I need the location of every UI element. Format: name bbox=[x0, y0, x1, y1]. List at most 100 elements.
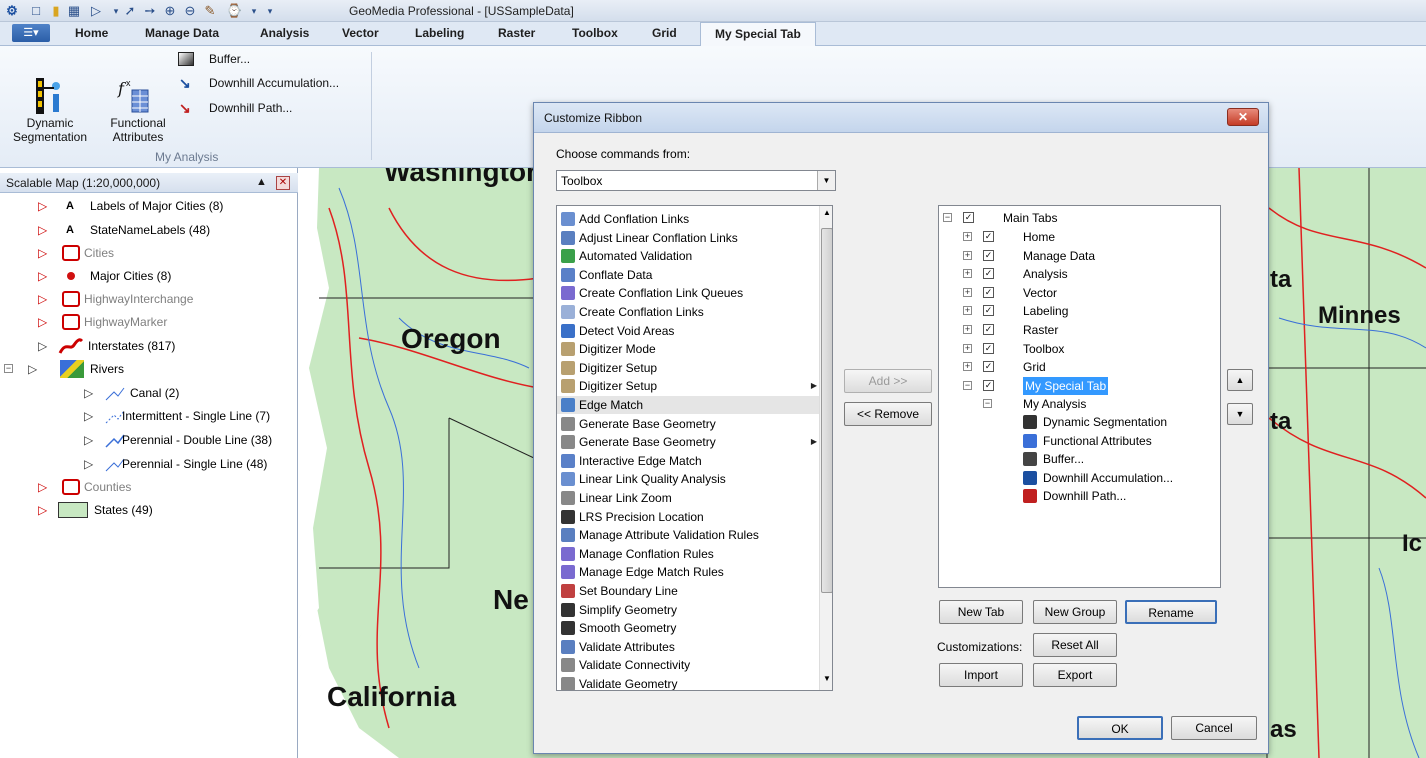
locatable-icon[interactable]: ▷ bbox=[28, 361, 42, 377]
tab-my-special-tab[interactable]: My Special Tab bbox=[700, 22, 816, 47]
command-item[interactable]: Generate Base Geometry bbox=[557, 415, 819, 433]
style-icon[interactable]: ✎ bbox=[202, 3, 218, 19]
locatable-icon[interactable]: ▷ bbox=[38, 198, 52, 214]
command-item[interactable]: Digitizer Setup bbox=[557, 359, 819, 377]
command-item[interactable]: Interactive Edge Match bbox=[557, 452, 819, 470]
chevron-down-icon[interactable]: ▼ bbox=[817, 171, 835, 190]
pan-icon[interactable]: ➚ bbox=[122, 3, 138, 19]
expand-icon[interactable]: + bbox=[963, 232, 972, 241]
command-item[interactable]: Linear Link Zoom bbox=[557, 489, 819, 507]
tab-analysis[interactable]: Analysis bbox=[260, 26, 309, 40]
command-item[interactable]: Edge Match bbox=[557, 396, 819, 414]
checkbox[interactable]: ✓ bbox=[983, 286, 994, 298]
command-item[interactable]: Manage Edge Match Rules bbox=[557, 563, 819, 581]
expand-icon[interactable]: + bbox=[963, 269, 972, 279]
tab-vector[interactable]: Vector bbox=[342, 26, 379, 40]
choose-commands-dropdown[interactable]: Toolbox ▼ bbox=[556, 170, 836, 191]
command-item[interactable]: Validate Geometry bbox=[557, 675, 819, 690]
command-item[interactable]: Add Conflation Links bbox=[557, 210, 819, 228]
expand-icon[interactable]: + bbox=[963, 325, 972, 334]
expand-icon[interactable]: + bbox=[963, 343, 972, 353]
new-group-button[interactable]: New Group bbox=[1033, 600, 1117, 624]
collapse-icon[interactable]: − bbox=[963, 380, 972, 390]
locatable-icon[interactable]: ▷ bbox=[38, 338, 52, 354]
checkbox[interactable]: ✓ bbox=[983, 268, 994, 280]
tab-home[interactable]: Home bbox=[75, 26, 108, 40]
collapse-icon[interactable]: − bbox=[983, 399, 992, 408]
collapse-icon[interactable]: − bbox=[4, 364, 13, 373]
downhill-accumulation-button[interactable]: Downhill Accumulation... bbox=[209, 76, 339, 90]
command-item[interactable]: Digitizer Setup ▶ bbox=[557, 377, 819, 395]
import-button[interactable]: Import bbox=[939, 663, 1023, 687]
checkbox[interactable]: ✓ bbox=[983, 342, 994, 354]
command-item[interactable]: Create Conflation Links bbox=[557, 303, 819, 321]
command-item[interactable]: Smooth Geometry bbox=[557, 619, 819, 637]
new-icon[interactable]: □ bbox=[28, 3, 44, 19]
locatable-icon[interactable]: ▷ bbox=[38, 314, 52, 330]
downhill-path-button[interactable]: Downhill Path... bbox=[209, 101, 292, 115]
tab-labeling[interactable]: Labeling bbox=[415, 26, 464, 40]
buffer-button[interactable]: Buffer... bbox=[209, 52, 250, 66]
select-icon[interactable]: ▷ bbox=[88, 3, 104, 19]
new-tab-button[interactable]: New Tab bbox=[939, 600, 1023, 624]
reset-all-button[interactable]: Reset All bbox=[1033, 633, 1117, 657]
checkbox[interactable]: ✓ bbox=[983, 379, 994, 391]
locatable-icon[interactable]: ▷ bbox=[38, 245, 52, 261]
command-item[interactable]: Validate Connectivity bbox=[557, 656, 819, 674]
rename-button[interactable]: Rename bbox=[1125, 600, 1217, 624]
locatable-icon[interactable]: ▷ bbox=[84, 385, 98, 401]
expand-icon[interactable]: + bbox=[963, 306, 972, 316]
checkbox[interactable]: ✓ bbox=[983, 324, 994, 335]
tab-toolbox[interactable]: Toolbox bbox=[572, 26, 618, 40]
checkbox[interactable]: ✓ bbox=[983, 231, 994, 242]
dynamic-segmentation-label[interactable]: Dynamic Segmentation bbox=[8, 116, 92, 144]
locatable-icon[interactable]: ▷ bbox=[38, 479, 52, 495]
remove-button[interactable]: << Remove bbox=[844, 402, 932, 426]
tab-raster[interactable]: Raster bbox=[498, 26, 535, 40]
add-button[interactable]: Add >> bbox=[844, 369, 932, 393]
fit-icon[interactable]: ➙ bbox=[142, 3, 158, 19]
close-icon[interactable]: ✕ bbox=[276, 176, 290, 190]
commands-list[interactable]: Add Conflation Links Adjust Linear Confla… bbox=[556, 205, 833, 691]
command-item[interactable]: Adjust Linear Conflation Links bbox=[557, 229, 819, 247]
app-icon[interactable]: ⚙ bbox=[4, 3, 20, 19]
save-icon[interactable]: ▦ bbox=[66, 3, 82, 19]
checkbox[interactable]: ✓ bbox=[983, 249, 994, 261]
locatable-icon[interactable]: ▷ bbox=[38, 291, 52, 307]
zoom-in-icon[interactable]: ⊕ bbox=[162, 3, 178, 19]
locatable-icon[interactable]: ▷ bbox=[84, 408, 98, 424]
zoom-out-icon[interactable]: ⊖ bbox=[182, 3, 198, 19]
command-item[interactable]: Generate Base Geometry ▶ bbox=[557, 433, 819, 451]
command-item[interactable]: LRS Precision Location bbox=[557, 508, 819, 526]
expand-icon[interactable]: + bbox=[963, 362, 972, 372]
pin-icon[interactable]: ▲ bbox=[256, 176, 267, 188]
dropdown-icon[interactable]: ▾ bbox=[246, 3, 262, 19]
scrollbar-thumb[interactable] bbox=[821, 228, 832, 593]
tab-grid[interactable]: Grid bbox=[652, 26, 677, 40]
scroll-down-icon[interactable]: ▼ bbox=[823, 674, 831, 683]
cancel-button[interactable]: Cancel bbox=[1171, 716, 1257, 740]
tab-manage-data[interactable]: Manage Data bbox=[145, 26, 219, 40]
command-item[interactable]: Simplify Geometry bbox=[557, 601, 819, 619]
command-item[interactable]: Automated Validation bbox=[557, 247, 819, 265]
locatable-icon[interactable]: ▷ bbox=[38, 268, 52, 284]
checkbox[interactable]: ✓ bbox=[983, 305, 994, 317]
command-item[interactable]: Set Boundary Line bbox=[557, 582, 819, 600]
command-item[interactable]: Digitizer Mode bbox=[557, 340, 819, 358]
scrollbar[interactable]: ▲ ▼ bbox=[819, 206, 832, 690]
expand-icon[interactable]: + bbox=[963, 250, 972, 260]
move-up-button[interactable]: ▲ bbox=[1227, 369, 1253, 391]
checkbox[interactable]: ✓ bbox=[983, 361, 994, 373]
locatable-icon[interactable]: ▷ bbox=[38, 222, 52, 238]
locatable-icon[interactable]: ▷ bbox=[38, 502, 52, 518]
move-down-button[interactable]: ▼ bbox=[1227, 403, 1253, 425]
command-item[interactable]: Detect Void Areas bbox=[557, 322, 819, 340]
locatable-icon[interactable]: ▷ bbox=[84, 456, 98, 472]
scroll-up-icon[interactable]: ▲ bbox=[823, 208, 831, 217]
collapse-icon[interactable]: − bbox=[943, 213, 952, 222]
expand-icon[interactable]: + bbox=[963, 287, 972, 297]
functional-attributes-label[interactable]: Functional Attributes bbox=[98, 116, 178, 144]
locatable-icon[interactable]: ▷ bbox=[84, 432, 98, 448]
command-item[interactable]: Manage Conflation Rules bbox=[557, 545, 819, 563]
command-item[interactable]: Validate Attributes bbox=[557, 638, 819, 656]
